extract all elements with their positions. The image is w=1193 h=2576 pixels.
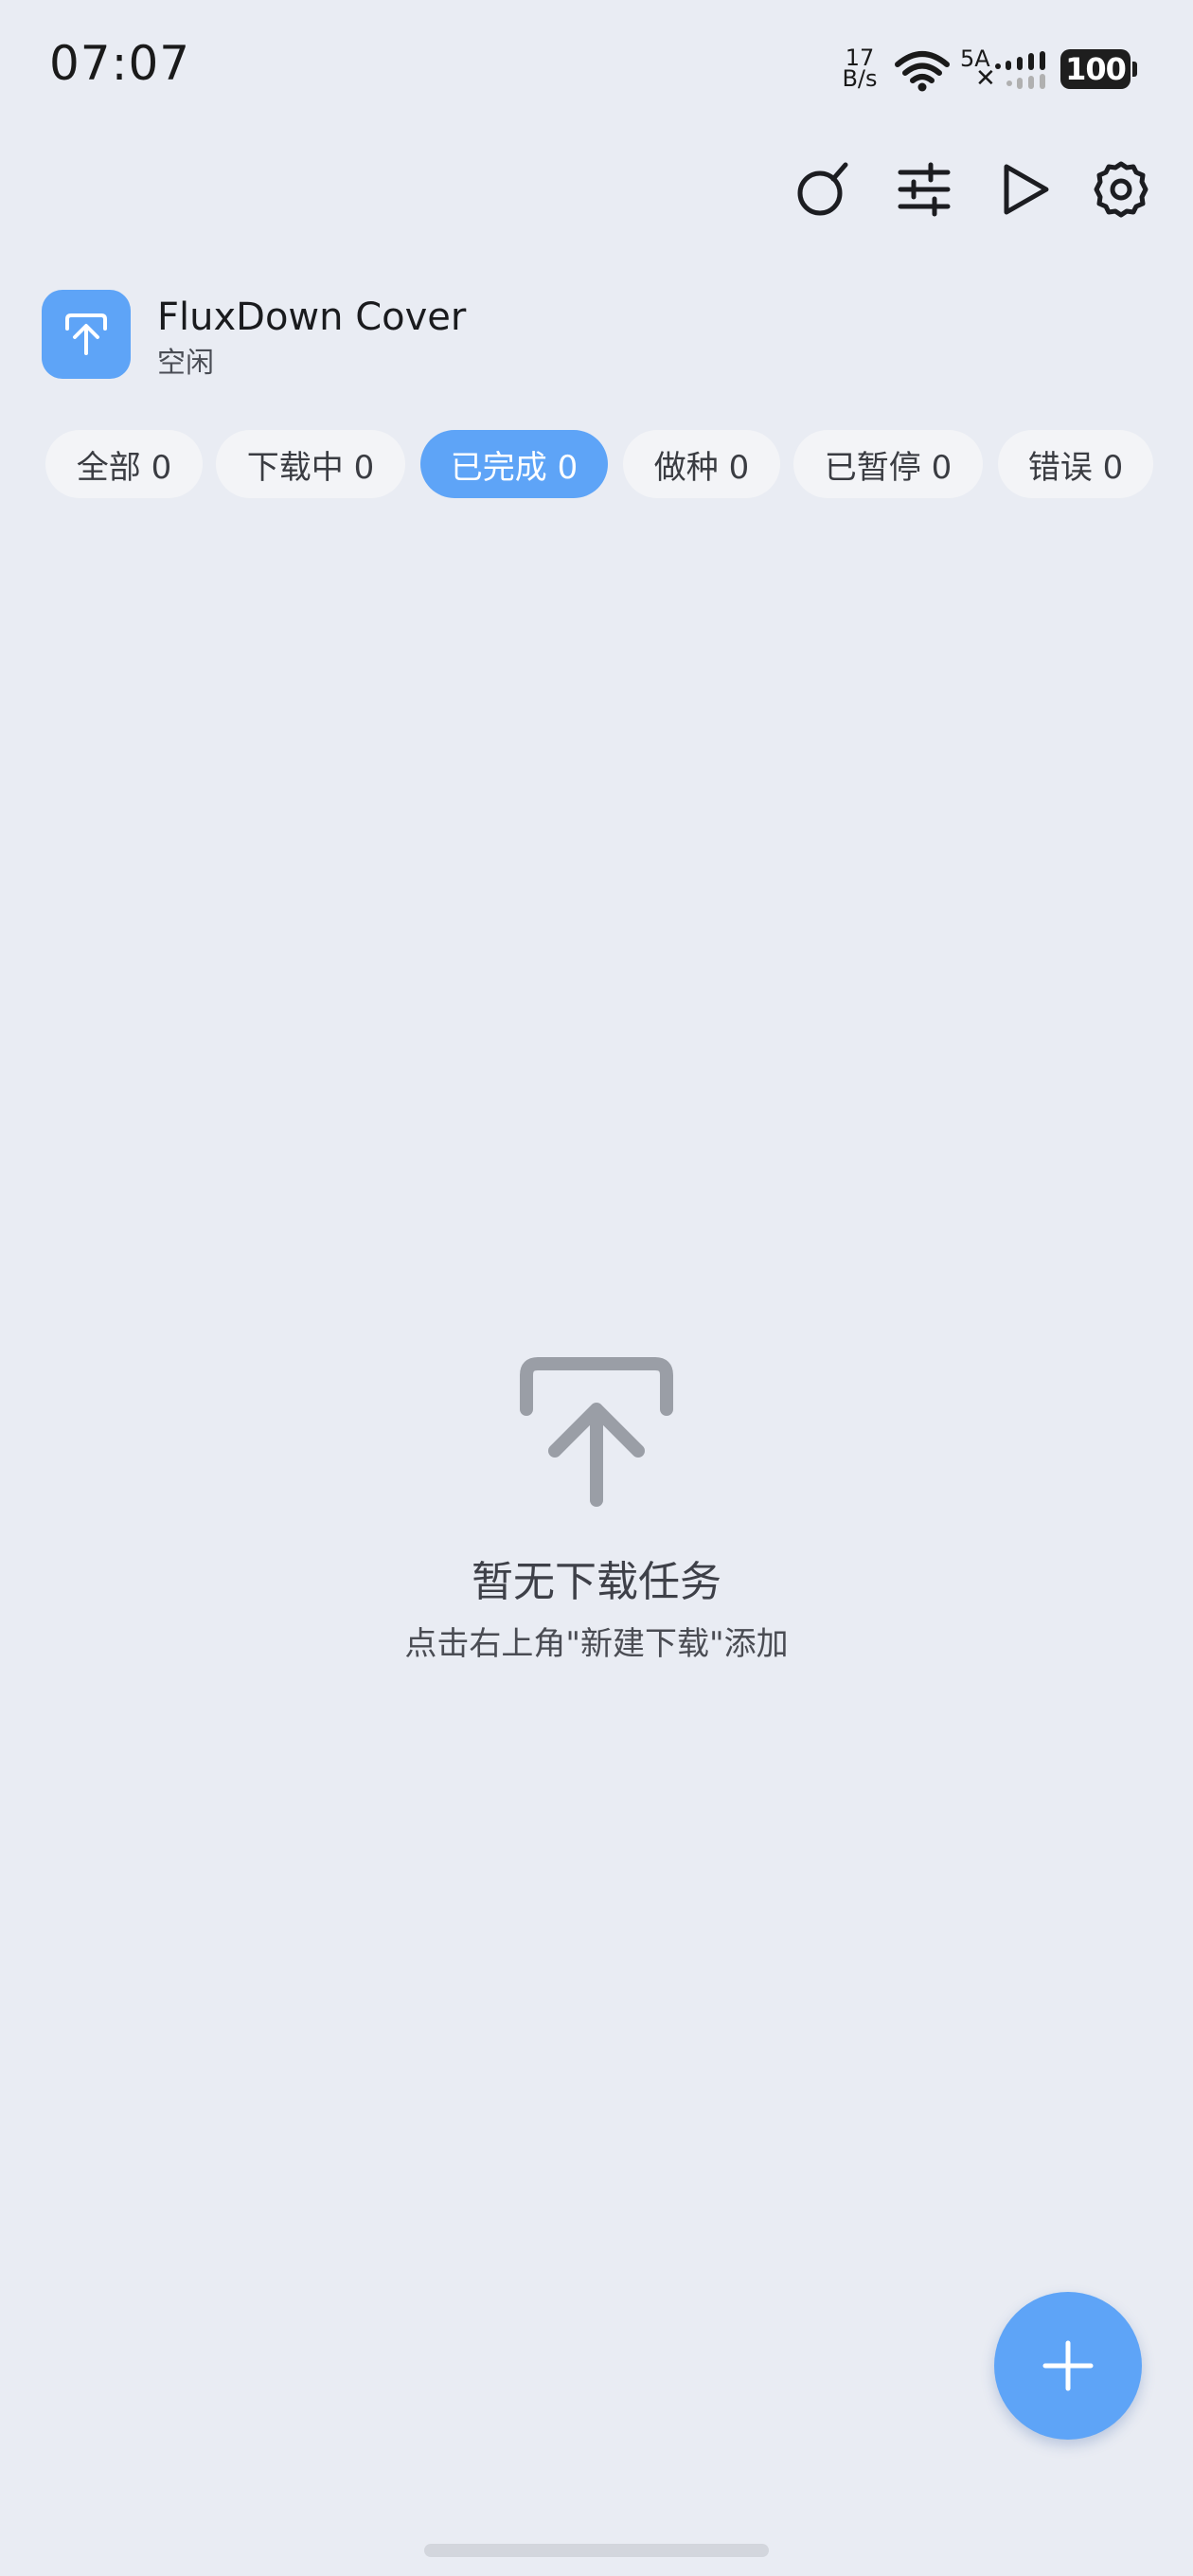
- network-speed-unit: B/s: [842, 65, 878, 92]
- app-status: 空闲: [157, 347, 214, 380]
- search-button[interactable]: [786, 152, 862, 227]
- network-speed: 17 B/s: [841, 46, 879, 92]
- filter-chip-completed[interactable]: 已完成 0: [420, 430, 608, 498]
- wifi-icon: [895, 51, 950, 92]
- signal-bars-icon: [995, 51, 1045, 89]
- filter-chip-downloading[interactable]: 下载中 0: [216, 430, 405, 498]
- settings-button[interactable]: [1083, 152, 1159, 227]
- empty-state-hint: 点击右上角"新建下载"添加: [404, 1625, 789, 1663]
- filter-chip-seeding[interactable]: 做种 0: [623, 430, 780, 498]
- start-all-button[interactable]: [987, 152, 1062, 227]
- no-sim-icon: ✕: [975, 64, 996, 93]
- upload-icon: [65, 313, 107, 355]
- empty-upload-icon: [520, 1357, 673, 1507]
- search-icon: [797, 162, 848, 216]
- battery-tip: [1132, 62, 1137, 77]
- empty-state-title: 暂无下载任务: [472, 1558, 721, 1606]
- filter-tabs: 全部 0 下载中 0 已完成 0 做种 0 已暂停 0 错误 0: [0, 430, 1193, 498]
- battery-indicator: 100: [1060, 49, 1137, 89]
- filter-chip-paused[interactable]: 已暂停 0: [793, 430, 983, 498]
- settings-gear-icon: [1094, 161, 1148, 218]
- filter-chip-all[interactable]: 全部 0: [45, 430, 203, 498]
- home-indicator[interactable]: [424, 2544, 769, 2557]
- play-icon: [1004, 164, 1049, 215]
- battery-level: 100: [1060, 49, 1131, 89]
- cellular-signal: 5A ✕: [960, 45, 1047, 93]
- app-screen: 07:07 17 B/s 5A ✕ 100 FluxDown Cover 空闲 …: [0, 0, 1193, 2576]
- status-time: 07:07: [49, 36, 191, 91]
- app-logo: [42, 290, 131, 379]
- app-title: FluxDown Cover: [157, 295, 467, 339]
- new-download-button[interactable]: [994, 2292, 1142, 2440]
- filter-button[interactable]: [886, 152, 962, 227]
- plus-icon: [1042, 2340, 1094, 2391]
- filter-sliders-icon: [898, 162, 951, 217]
- filter-chip-error[interactable]: 错误 0: [998, 430, 1153, 498]
